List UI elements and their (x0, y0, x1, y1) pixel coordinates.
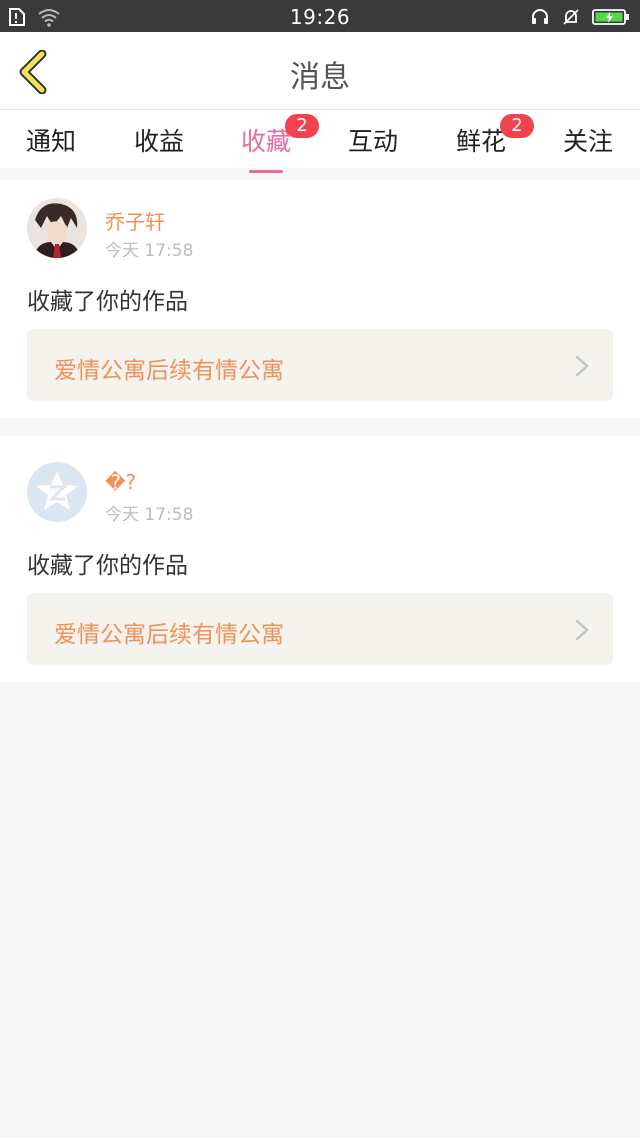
tab-label: 互动 (348, 127, 399, 156)
message-card: �? 今天 17:58 收藏了你的作品 爱情公寓后续有情公寓 (0, 436, 640, 682)
tab-favorites[interactable]: 收藏 2 (241, 114, 319, 173)
battery-icon (592, 8, 629, 25)
tab-notifications[interactable]: 通知 (26, 122, 76, 158)
work-link[interactable]: 爱情公寓后续有情公寓 (27, 593, 613, 665)
timestamp: 今天 17:58 (105, 241, 194, 261)
action-text: 收藏了你的作品 (27, 289, 188, 315)
headset-icon (531, 8, 548, 24)
message-card: 乔子轩 今天 17:58 收藏了你的作品 爱情公寓后续有情公寓 (0, 180, 640, 418)
default-avatar-icon (27, 462, 87, 522)
work-link[interactable]: 爱情公寓后续有情公寓 (27, 329, 613, 401)
tab-flowers[interactable]: 鲜花 2 (456, 114, 534, 158)
action-text: 收藏了你的作品 (27, 553, 188, 579)
chevron-right-icon (575, 619, 589, 641)
mute-bell-icon (563, 8, 579, 25)
chevron-right-icon (575, 355, 589, 377)
avatar[interactable] (27, 462, 87, 522)
work-title: 爱情公寓后续有情公寓 (54, 358, 284, 384)
tab-label: 通知 (26, 127, 77, 156)
header-bar: 消息 (0, 32, 640, 110)
tab-badge: 2 (285, 114, 319, 138)
tab-interactions[interactable]: 互动 (348, 122, 398, 158)
tab-label: 鲜花 (456, 127, 507, 156)
active-tab-indicator (249, 170, 284, 173)
status-bar: 19:26 (0, 0, 640, 32)
timestamp: 今天 17:58 (105, 505, 194, 525)
status-right-icons (530, 6, 630, 27)
tab-bar: 通知 收益 收藏 2 互动 鲜花 2 关注 (0, 110, 640, 173)
tab-label: 关注 (563, 127, 614, 156)
tab-label: 收藏 (241, 127, 292, 156)
work-title: 爱情公寓后续有情公寓 (54, 622, 284, 648)
tab-follows[interactable]: 关注 (563, 122, 613, 158)
tab-label: 收益 (134, 127, 185, 156)
tab-badge: 2 (500, 114, 534, 138)
username[interactable]: �? (105, 470, 136, 494)
avatar[interactable] (27, 198, 87, 258)
user-avatar-illustration (27, 198, 87, 258)
tab-earnings[interactable]: 收益 (134, 122, 184, 158)
page-title: 消息 (290, 60, 350, 95)
username[interactable]: 乔子轩 (105, 206, 165, 235)
